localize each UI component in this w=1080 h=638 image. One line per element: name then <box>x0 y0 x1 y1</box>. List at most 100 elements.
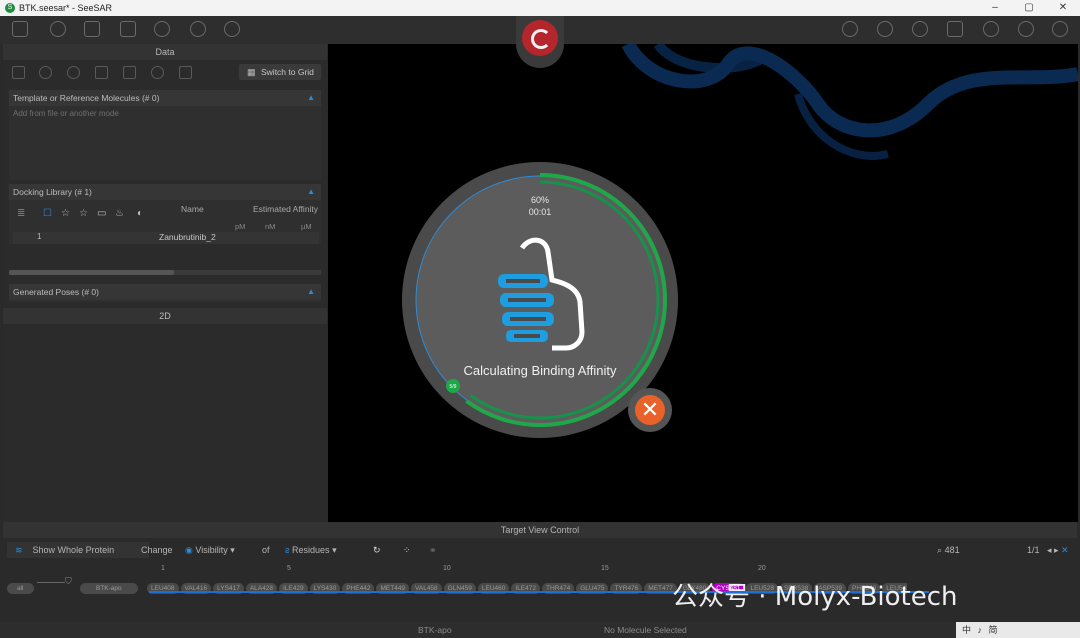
mode-icon-3[interactable] <box>224 21 240 37</box>
collapse-chevron-icon[interactable]: ▲ <box>307 90 315 106</box>
palette-icon[interactable]: ◐ <box>137 208 143 219</box>
generated-poses-header[interactable]: Generated Poses (# 0) ▲ <box>9 284 321 300</box>
residue-icon: ƨ <box>285 545 290 555</box>
tool-icon-3[interactable] <box>1018 21 1034 37</box>
save-icon[interactable] <box>95 66 108 79</box>
all-chain-toggle[interactable]: all <box>7 577 36 595</box>
of-label: of <box>262 545 270 555</box>
delete-file-icon[interactable] <box>12 66 25 79</box>
star-icon[interactable]: ☆ <box>79 208 88 219</box>
cancel-calculation-button[interactable]: ✕ <box>628 388 672 432</box>
horizontal-scrollbar[interactable] <box>9 270 321 275</box>
chain-connector <box>37 582 65 583</box>
data-panel-header: Data <box>3 44 327 60</box>
ruler-tick: 15 <box>601 565 609 572</box>
protein-icon: ≋ <box>15 545 23 555</box>
close-icon: ✕ <box>635 395 665 425</box>
clear-search-icon[interactable]: ✕ <box>1061 545 1069 555</box>
file-icon[interactable] <box>12 21 28 37</box>
eye-icon[interactable] <box>67 66 80 79</box>
eye-icon: ◉ <box>185 545 193 555</box>
download-icon[interactable] <box>120 21 136 37</box>
name-column-header[interactable]: Name <box>181 204 204 214</box>
restore-button[interactable]: ▢ <box>1012 0 1046 16</box>
mode-icon-2[interactable] <box>190 21 206 37</box>
chevron-down-icon: ▾ <box>332 545 337 555</box>
tool-icon-2[interactable] <box>983 21 999 37</box>
page-indicator: 1/1 <box>1027 545 1040 555</box>
template-section-title: Template or Reference Molecules (# 0) <box>13 93 160 103</box>
checkbox-icon[interactable]: ☐ <box>43 208 52 219</box>
search-icon: ⌕ <box>937 545 943 555</box>
change-label: Change <box>141 545 173 555</box>
2d-panel-header[interactable]: 2D <box>3 308 327 324</box>
page-arrows[interactable]: ◂ ▸ ✕ <box>1047 542 1069 558</box>
ruler-tick: 5 <box>287 565 291 572</box>
unit-pm: pM <box>235 222 246 231</box>
all-pill[interactable]: all <box>7 583 34 594</box>
minimize-button[interactable]: – <box>978 0 1012 16</box>
generated-poses-section: Generated Poses (# 0) ▲ <box>9 284 321 302</box>
residues-dropdown[interactable]: ƨ Residues ▾ <box>285 542 337 558</box>
watermark: 公众号 · Molyx-Biotech <box>672 582 958 612</box>
docking-library-header[interactable]: Docking Library (# 1) ▲ <box>9 184 321 200</box>
comment-icon[interactable]: ▭ <box>97 208 106 219</box>
trash-icon[interactable] <box>179 66 192 79</box>
elapsed-time: 00:01 <box>528 207 552 217</box>
list-icon[interactable]: ≣ <box>17 208 25 219</box>
close-window-button[interactable]: ✕ <box>1046 0 1080 16</box>
ime-tray[interactable]: 中 ♪ 简 <box>956 622 1080 638</box>
generated-poses-title: Generated Poses (# 0) <box>13 287 99 297</box>
tool-icon-1[interactable] <box>842 21 858 37</box>
data-panel: Data Switch to Grid Template or Referenc… <box>3 44 327 522</box>
table-row[interactable]: 1 Zanubrutinib_2 <box>13 232 319 244</box>
template-placeholder: Add from file or another mode <box>13 109 119 118</box>
progress-label: Calculating Binding Affinity <box>463 363 617 378</box>
scrollbar-thumb[interactable] <box>9 270 174 275</box>
scatter-icon[interactable]: ⁘ <box>403 542 411 558</box>
chat-icon[interactable] <box>1052 21 1068 37</box>
molecule-name: Zanubrutinib_2 <box>159 232 216 242</box>
residue-search[interactable]: ⌕ 481 <box>937 542 960 558</box>
screen-icon[interactable] <box>947 21 963 37</box>
star-icon[interactable] <box>151 66 164 79</box>
protein-chain-label[interactable]: BTK-apo <box>80 577 140 595</box>
seesar-logo-button[interactable] <box>516 16 564 68</box>
data-panel-tools: Switch to Grid <box>3 60 327 84</box>
status-bar: BTK-apo No Molecule Selected <box>0 622 1080 638</box>
status-selection: No Molecule Selected <box>604 625 687 635</box>
title-bar: S BTK.seesar* - SeeSAR – ▢ ✕ <box>0 0 1080 16</box>
affinity-column-header[interactable]: Estimated Affinity <box>253 204 318 214</box>
collapse-chevron-icon[interactable]: ▲ <box>307 284 315 300</box>
chevron-down-icon: ▾ <box>230 545 235 555</box>
flame-icon[interactable]: ♨ <box>115 208 124 219</box>
mode-icon-1[interactable] <box>154 21 170 37</box>
minus-icon[interactable] <box>50 21 66 37</box>
star-outline-icon[interactable]: ☆ <box>61 208 70 219</box>
refresh-icon[interactable]: ↻ <box>373 542 381 558</box>
template-section: Template or Reference Molecules (# 0) ▲ … <box>9 90 321 180</box>
progress-percent: 60% <box>530 195 549 205</box>
window-controls: – ▢ ✕ <box>978 0 1080 16</box>
help-icon[interactable] <box>877 21 893 37</box>
target-view-header: Target View Control <box>3 522 1077 538</box>
protein-pill[interactable]: BTK-apo <box>80 583 138 594</box>
unit-um: µM <box>301 222 312 231</box>
chain-icon: ⛉ <box>65 576 72 586</box>
seesar-logo-icon <box>522 20 558 56</box>
visibility-dropdown[interactable]: ◉ Visibility ▾ <box>185 542 235 558</box>
switch-to-grid-button[interactable]: Switch to Grid <box>239 64 321 80</box>
settings-sliders-icon[interactable] <box>84 21 100 37</box>
status-target: BTK-apo <box>418 625 452 635</box>
collapse-chevron-icon[interactable]: ▲ <box>307 184 315 200</box>
scissors-icon[interactable] <box>123 66 136 79</box>
minus-icon[interactable] <box>39 66 52 79</box>
template-section-header[interactable]: Template or Reference Molecules (# 0) ▲ <box>9 90 321 106</box>
unit-nm: nM <box>265 222 276 231</box>
gear-icon[interactable] <box>912 21 928 37</box>
docking-library-section: Docking Library (# 1) ▲ ≣ ☐ ☆ ☆ ▭ ♨ ◐ Na… <box>9 184 321 244</box>
show-whole-protein-button[interactable]: ≋ Show Whole Protein <box>7 542 149 558</box>
window-title: BTK.seesar* - SeeSAR <box>19 3 113 13</box>
link-icon[interactable]: ⚭ <box>429 542 437 558</box>
docking-library-title: Docking Library (# 1) <box>13 187 92 197</box>
